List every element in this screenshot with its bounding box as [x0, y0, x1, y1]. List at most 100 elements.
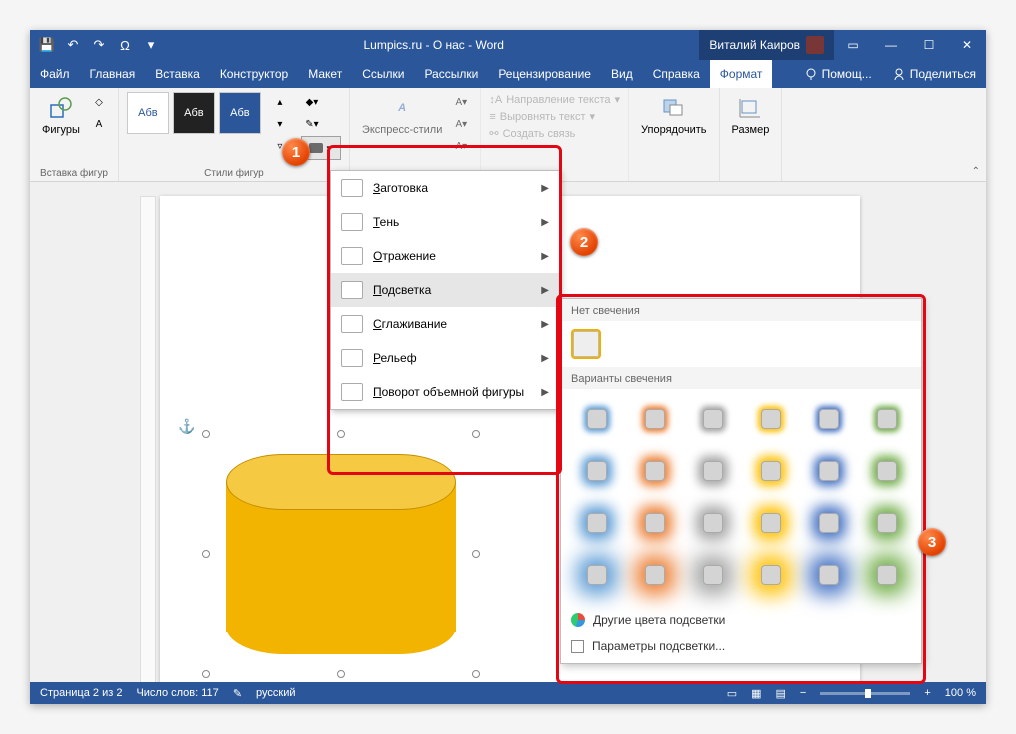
tab-format[interactable]: Формат: [710, 60, 773, 88]
shape-effects-button[interactable]: ▼: [301, 136, 341, 160]
view-print-icon[interactable]: ▦: [751, 687, 761, 700]
zoom-in-icon[interactable]: +: [924, 687, 930, 699]
resize-handle[interactable]: [337, 670, 345, 678]
tab-layout[interactable]: Макет: [298, 60, 352, 88]
selected-shape[interactable]: [206, 434, 476, 674]
wordart-styles-button[interactable]: A Экспресс-стили: [358, 92, 446, 138]
glow-swatch[interactable]: [865, 555, 909, 595]
resize-handle[interactable]: [202, 550, 210, 558]
redo-icon[interactable]: ↷: [90, 36, 108, 54]
tab-insert[interactable]: Вставка: [145, 60, 210, 88]
shape-outline-icon[interactable]: ✎▾: [301, 114, 323, 134]
glow-swatch[interactable]: [633, 399, 677, 439]
glow-swatch[interactable]: [749, 399, 793, 439]
glow-swatch[interactable]: [749, 555, 793, 595]
glow-swatch[interactable]: [691, 399, 735, 439]
style-gallery-more-icon[interactable]: ▿: [269, 136, 291, 156]
glow-options[interactable]: Параметры подсветки...: [561, 633, 921, 659]
tab-review[interactable]: Рецензирование: [488, 60, 601, 88]
glow-swatch[interactable]: [691, 451, 735, 491]
menu-item-glow[interactable]: Подсветка▶: [331, 273, 559, 307]
style-swatch-3[interactable]: Абв: [219, 92, 261, 134]
menu-item-reflection[interactable]: Отражение▶: [331, 239, 559, 273]
save-icon[interactable]: 💾: [38, 36, 56, 54]
undo-icon[interactable]: ↶: [64, 36, 82, 54]
page-indicator[interactable]: Страница 2 из 2: [40, 687, 122, 699]
glow-swatch[interactable]: [865, 503, 909, 543]
tab-home[interactable]: Главная: [80, 60, 146, 88]
more-glow-colors[interactable]: Другие цвета подсветки: [561, 607, 921, 633]
style-gallery-down-icon[interactable]: ▾: [269, 114, 291, 134]
tab-mailings[interactable]: Рассылки: [414, 60, 488, 88]
tab-references[interactable]: Ссылки: [352, 60, 414, 88]
menu-item-rotate3d[interactable]: Поворот объемной фигуры▶: [331, 375, 559, 409]
glow-swatch[interactable]: [575, 503, 619, 543]
menu-item-preset[interactable]: Заготовка▶: [331, 171, 559, 205]
tell-me-button[interactable]: Помощ...: [794, 60, 882, 88]
glow-swatch[interactable]: [691, 503, 735, 543]
glow-swatch[interactable]: [807, 503, 851, 543]
collapse-ribbon-icon[interactable]: ⌃: [972, 166, 980, 177]
view-read-icon[interactable]: ▭: [727, 687, 737, 700]
symbol-icon[interactable]: Ω: [116, 36, 134, 54]
resize-handle[interactable]: [202, 670, 210, 678]
create-link-button[interactable]: ⚯Создать связь: [489, 126, 620, 141]
glow-swatch[interactable]: [865, 451, 909, 491]
align-text-button[interactable]: ≡Выровнять текст▾: [489, 109, 620, 124]
user-account[interactable]: Виталий Каиров: [699, 30, 834, 60]
minimize-icon[interactable]: —: [872, 30, 910, 60]
glow-swatch[interactable]: [575, 451, 619, 491]
close-icon[interactable]: ✕: [948, 30, 986, 60]
menu-item-shadow[interactable]: Тень▶: [331, 205, 559, 239]
cylinder-shape[interactable]: [226, 454, 456, 654]
menu-item-softedge[interactable]: Сглаживание▶: [331, 307, 559, 341]
text-direction-button[interactable]: ↕AНаправление текста▾: [489, 92, 620, 107]
size-button[interactable]: Размер: [728, 92, 774, 138]
menu-item-bevel[interactable]: Рельеф▶: [331, 341, 559, 375]
glow-swatch[interactable]: [691, 555, 735, 595]
glow-swatch[interactable]: [575, 399, 619, 439]
glow-swatch[interactable]: [807, 555, 851, 595]
glow-swatch[interactable]: [749, 503, 793, 543]
glow-swatch[interactable]: [575, 555, 619, 595]
text-outline-icon[interactable]: A▾: [450, 114, 472, 134]
view-web-icon[interactable]: ▤: [776, 687, 786, 700]
glow-swatch[interactable]: [749, 451, 793, 491]
resize-handle[interactable]: [337, 430, 345, 438]
tab-design[interactable]: Конструктор: [210, 60, 298, 88]
glow-swatch[interactable]: [633, 503, 677, 543]
style-swatch-1[interactable]: Абв: [127, 92, 169, 134]
edit-shape-icon[interactable]: ◇: [88, 92, 110, 112]
text-box-icon[interactable]: A: [88, 114, 110, 134]
glow-swatch[interactable]: [807, 399, 851, 439]
no-glow-swatch[interactable]: [571, 329, 601, 359]
language-indicator[interactable]: русский: [256, 687, 295, 699]
shape-fill-icon[interactable]: ◆▾: [301, 92, 323, 112]
qat-dropdown-icon[interactable]: ▾: [142, 36, 160, 54]
glow-swatch[interactable]: [807, 451, 851, 491]
zoom-level[interactable]: 100 %: [945, 687, 976, 699]
tab-view[interactable]: Вид: [601, 60, 643, 88]
resize-handle[interactable]: [472, 550, 480, 558]
glow-swatch[interactable]: [633, 451, 677, 491]
style-swatch-2[interactable]: Абв: [173, 92, 215, 134]
zoom-slider[interactable]: [820, 692, 910, 695]
maximize-icon[interactable]: ☐: [910, 30, 948, 60]
ribbon-options-icon[interactable]: ▭: [834, 30, 872, 60]
resize-handle[interactable]: [202, 430, 210, 438]
arrange-button[interactable]: Упорядочить: [637, 92, 710, 138]
word-count[interactable]: Число слов: 117: [136, 687, 218, 699]
glow-swatch[interactable]: [865, 399, 909, 439]
tab-file[interactable]: Файл: [30, 60, 80, 88]
text-effects-icon[interactable]: A▾: [450, 136, 472, 156]
glow-swatch[interactable]: [633, 555, 677, 595]
resize-handle[interactable]: [472, 430, 480, 438]
resize-handle[interactable]: [472, 670, 480, 678]
zoom-out-icon[interactable]: −: [800, 687, 806, 699]
shapes-button[interactable]: Фигуры: [38, 92, 84, 138]
style-gallery-up-icon[interactable]: ▴: [269, 92, 291, 112]
tab-help[interactable]: Справка: [643, 60, 710, 88]
spellcheck-icon[interactable]: ✎: [233, 687, 242, 700]
share-button[interactable]: Поделиться: [882, 60, 986, 88]
text-fill-icon[interactable]: A▾: [450, 92, 472, 112]
